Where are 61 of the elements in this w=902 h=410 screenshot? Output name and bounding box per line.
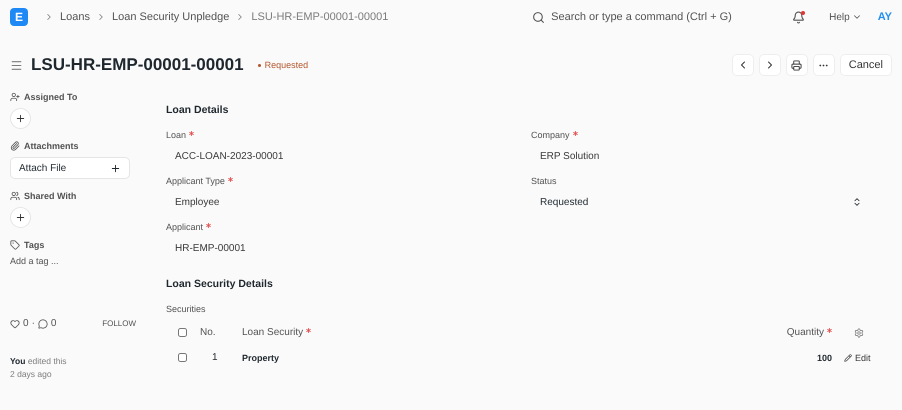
settings-icon[interactable] [854,328,864,338]
comment-count: 0 [50,318,56,329]
column-header: No. [200,327,216,338]
field-label: Status [531,176,557,186]
pencil-icon [844,354,852,362]
table-cell-text: 100 [816,352,832,362]
search-field[interactable]: Search or type a command (Ctrl + G) [551,11,762,23]
plus-icon [15,113,26,124]
like-count: 0 [23,318,29,329]
column-header: Loan Security [242,327,304,338]
document-title: LSU-HR-EMP-00001-00001 [31,55,244,75]
assigned-to-label: Assigned To [24,92,78,102]
printer-icon [791,60,802,70]
field-value[interactable]: ERP Solution [531,146,871,166]
plus-icon [15,212,26,223]
table-cell-text: Property [242,352,280,362]
field-label: Applicant Type [166,176,225,186]
shared-with-label: Shared With [24,191,76,201]
tag-icon [10,240,20,250]
status-indicator: Requested [258,60,308,70]
select-all-checkbox[interactable] [178,328,187,337]
add-assignee-button[interactable] [10,108,31,129]
table-label: Securities [166,304,207,314]
row-checkbox[interactable] [178,353,187,362]
status-select[interactable]: Requested [531,192,871,212]
menu-icon[interactable] [10,58,23,72]
bell-icon[interactable] [792,10,806,24]
field-value[interactable]: HR-EMP-00001 [166,238,531,258]
section-title: Loan Security Details [166,278,274,290]
activity-text: You edited this 2 days ago [10,355,68,381]
print-button[interactable] [786,54,808,76]
breadcrumb-link[interactable]: Loan Security Unpledge [112,11,230,23]
field-value[interactable]: ACC-LOAN-2023-00001 [166,146,531,166]
breadcrumb-link[interactable]: Loans [60,11,90,23]
search-icon [532,10,546,24]
user-icon [10,92,20,102]
add-share-button[interactable] [10,207,31,228]
help-menu[interactable]: Help [829,12,862,22]
attach-file-button[interactable]: Attach File [10,157,130,179]
follow-button[interactable]: FOLLOW [102,319,136,328]
heart-icon[interactable] [10,318,20,328]
users-icon [10,191,20,201]
tags-label: Tags [24,240,44,250]
updown-icon [852,197,862,207]
column-header: Quantity [786,327,824,338]
breadcrumb-link[interactable]: LSU-HR-EMP-00001-00001 [251,11,388,23]
attachments-label: Attachments [24,141,79,151]
field-label: Loan [166,130,186,140]
field-value[interactable]: Employee [166,192,531,212]
cancel-button[interactable]: Cancel [840,54,892,76]
field-label: Company [531,130,570,140]
section-title: Loan Details [166,104,230,116]
plus-icon [110,162,121,174]
separator-dot: · [32,318,35,329]
field-label: Applicant [166,222,204,232]
table-cell-text: 1 [211,352,219,363]
app-logo[interactable]: E [10,8,28,26]
add-tag-link[interactable]: Add a tag ... [10,256,156,266]
comment-icon[interactable] [38,318,48,328]
edit-button[interactable]: Edit [844,352,882,362]
paperclip-icon [10,141,20,151]
